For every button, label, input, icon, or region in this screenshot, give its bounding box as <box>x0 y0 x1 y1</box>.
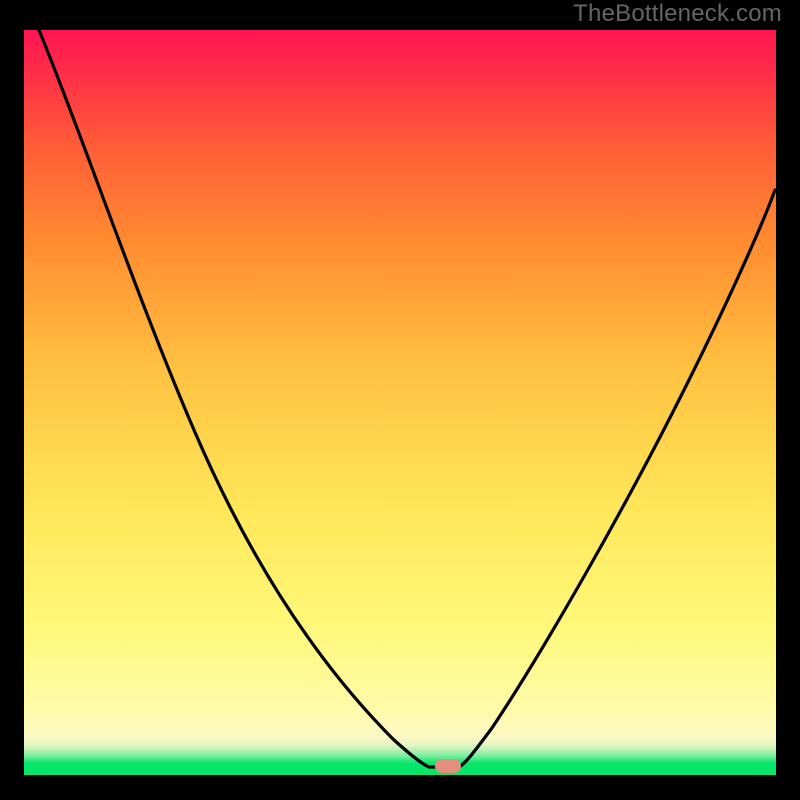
plot-area <box>24 30 776 775</box>
chart-frame: TheBottleneck.com <box>0 0 800 800</box>
watermark-text: TheBottleneck.com <box>573 0 782 28</box>
optimal-point-marker <box>435 759 461 773</box>
bottleneck-curve <box>24 30 776 775</box>
